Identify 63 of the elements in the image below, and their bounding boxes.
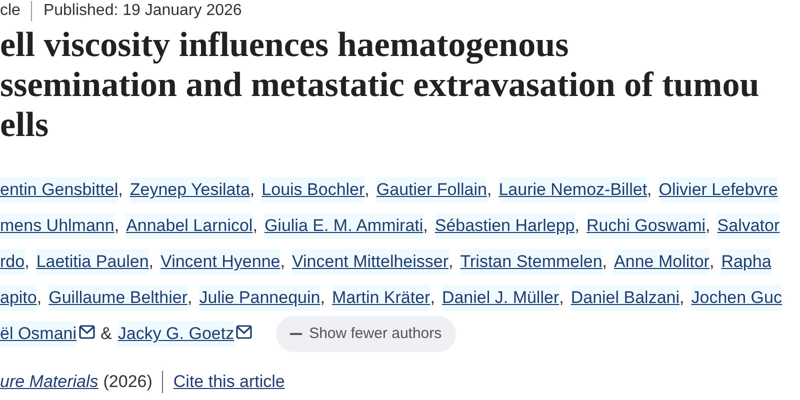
comma: ,: [148, 251, 154, 274]
author-link[interactable]: Rapha: [721, 249, 772, 275]
author-link[interactable]: Louis Bochler: [262, 177, 365, 203]
author-link[interactable]: Olivier Lefebvre: [658, 177, 778, 203]
comma: ,: [680, 287, 684, 310]
article-title: ell viscosity influences haematogenous: [0, 25, 569, 65]
comma: ,: [320, 287, 325, 310]
article-type: cle: [0, 1, 20, 21]
comma: ,: [448, 251, 454, 274]
comma: ,: [188, 287, 192, 310]
comma: ,: [250, 179, 255, 202]
author-link[interactable]: Julie Pannequin: [199, 285, 320, 311]
comma: ,: [486, 179, 492, 202]
comma: ,: [118, 179, 123, 202]
author-link[interactable]: Salvator: [717, 213, 780, 239]
author-link[interactable]: Vincent Hyenne: [160, 249, 280, 275]
author-link[interactable]: apito: [0, 285, 37, 311]
publication-date: Published: 19 January 2026: [43, 1, 242, 21]
comma: ,: [280, 251, 285, 274]
comma: ,: [709, 251, 714, 274]
author-link[interactable]: rdo: [0, 249, 25, 275]
author-link[interactable]: Giulia E. M. Ammirati: [264, 213, 424, 239]
show-fewer-authors-button[interactable]: Show fewer authors: [276, 316, 456, 352]
author-link[interactable]: Daniel Balzani: [570, 285, 680, 311]
ampersand: &: [100, 323, 112, 346]
article-title: ssemination and metastatic extravasation of tumou: [0, 65, 760, 105]
author-link[interactable]: Anne Molitor: [614, 249, 710, 275]
author-link[interactable]: Martin Kräter: [332, 285, 430, 311]
author-link[interactable]: Jochen Guc: [691, 285, 782, 311]
author-link[interactable]: Annabel Larnicol: [126, 213, 253, 239]
author-link[interactable]: Daniel J. Müller: [442, 285, 560, 311]
publication-year: (2026): [103, 371, 152, 393]
comma: ,: [602, 251, 608, 274]
author-link[interactable]: Jacky G. Goetz: [118, 321, 234, 347]
article-title: ells: [0, 105, 49, 145]
comma: ,: [36, 287, 42, 310]
comma: ,: [252, 215, 258, 238]
comma: ,: [647, 179, 652, 202]
author-link[interactable]: Guillaume Belthier: [48, 285, 188, 311]
cite-link[interactable]: Cite this article: [173, 369, 285, 394]
comma: ,: [430, 287, 435, 310]
comma: ,: [559, 287, 564, 310]
minus-icon: [290, 333, 302, 335]
comma: ,: [574, 215, 580, 238]
comma: ,: [706, 215, 710, 238]
author-link[interactable]: mens Uhlmann: [0, 213, 114, 239]
comma: ,: [114, 215, 120, 238]
author-link[interactable]: Zeynep Yesilata: [130, 177, 250, 203]
journal-link[interactable]: ure Materials: [0, 369, 98, 394]
comma: ,: [24, 251, 30, 274]
author-link[interactable]: Sébastien Harlepp: [434, 213, 575, 239]
email-icon[interactable]: [78, 325, 95, 339]
author-link[interactable]: Tristan Stemmelen: [460, 249, 602, 275]
author-link[interactable]: Laetitia Paulen: [36, 249, 149, 275]
author-link[interactable]: entin Gensbittel: [0, 177, 118, 203]
email-icon[interactable]: [236, 325, 252, 339]
author-link[interactable]: Gautier Follain: [376, 177, 487, 203]
author-link[interactable]: ël Osmani: [0, 321, 77, 347]
comma: ,: [423, 215, 428, 238]
author-link[interactable]: Ruchi Goswami: [586, 213, 706, 239]
author-link[interactable]: Laurie Nemoz-Billet: [498, 177, 648, 203]
comma: ,: [364, 179, 370, 202]
author-link[interactable]: Vincent Mittelheisser: [292, 249, 449, 275]
